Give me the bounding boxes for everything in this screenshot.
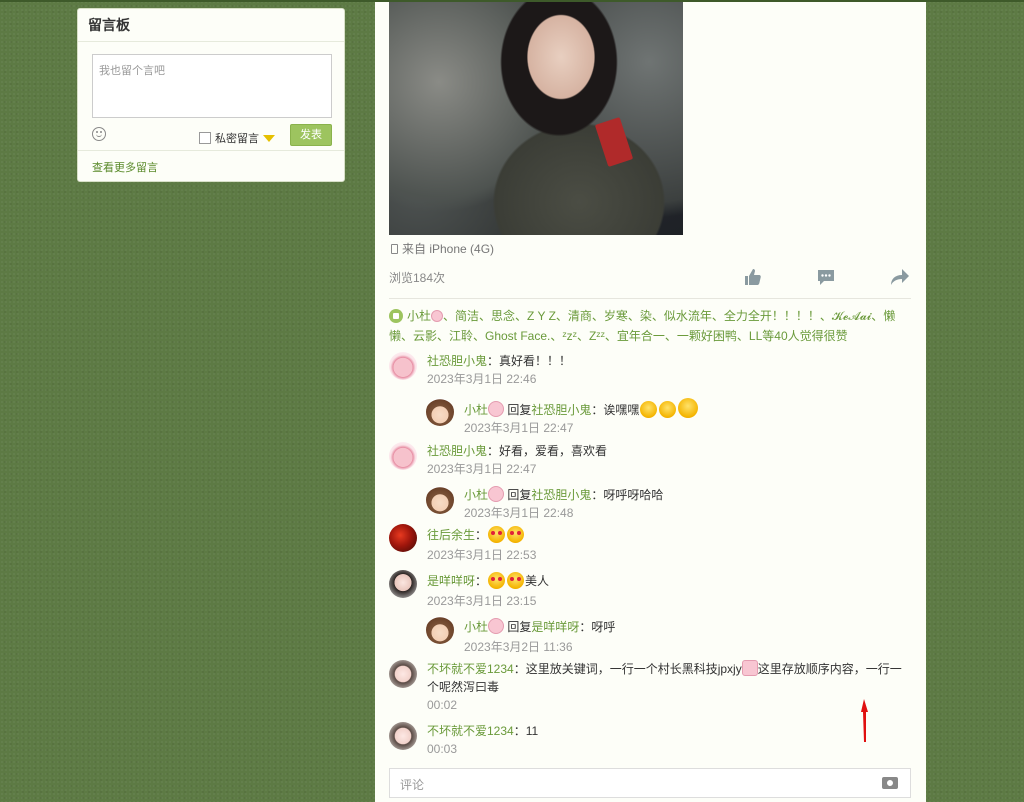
reply-text: ：诶嘿嘿 bbox=[591, 403, 640, 417]
reply-word: 回复 bbox=[507, 403, 532, 417]
comment-time: 2023年3月1日 22:46 bbox=[427, 372, 537, 386]
photo-shoulder-patch bbox=[594, 117, 634, 167]
more-messages-link[interactable]: 查看更多留言 bbox=[92, 159, 158, 175]
avatar[interactable] bbox=[389, 442, 417, 470]
comment-icon[interactable] bbox=[817, 268, 835, 286]
grin-emoji-icon bbox=[659, 401, 677, 418]
submit-button[interactable]: 发表 bbox=[290, 124, 332, 146]
heart-eyes-emoji-icon bbox=[507, 572, 525, 589]
avatar[interactable] bbox=[426, 616, 454, 644]
comment-author[interactable]: 往后余生 bbox=[427, 528, 475, 542]
reply-time: 2023年3月1日 22:47 bbox=[464, 421, 574, 435]
comment-author[interactable]: 不坏就不爱1234 bbox=[427, 724, 514, 738]
diamond-icon bbox=[263, 135, 275, 142]
pig-emoji-icon bbox=[488, 486, 505, 502]
avatar[interactable] bbox=[389, 524, 417, 552]
reply-time: 2023年3月1日 22:48 bbox=[464, 506, 574, 520]
like-icon[interactable] bbox=[744, 268, 762, 286]
likes-names-2[interactable]: ᶻzᶻ、Zᶻᶻ、宜年合一、一颗好困鸭 bbox=[562, 329, 737, 343]
private-message-option[interactable]: 私密留言 bbox=[199, 130, 275, 146]
reply-author[interactable]: 小杜 bbox=[464, 620, 488, 634]
comment-text-suffix: 美人 bbox=[525, 574, 550, 588]
phone-icon bbox=[391, 243, 398, 254]
comment-time: 00:03 bbox=[427, 742, 458, 756]
comment-time: 2023年3月1日 23:15 bbox=[427, 594, 537, 608]
comment-text: ：好看，爱看，喜欢看 bbox=[487, 444, 608, 458]
comment-author[interactable]: 社恐胆小鬼 bbox=[427, 354, 487, 368]
share-icon[interactable] bbox=[890, 268, 910, 286]
view-count: 浏览184次 bbox=[389, 271, 446, 285]
comment-text: ：这里放关键词，一行一个村长黑科技jpxjy bbox=[513, 662, 742, 676]
reply-target[interactable]: 社恐胆小鬼 bbox=[531, 488, 591, 502]
comment-time: 2023年3月1日 22:53 bbox=[427, 548, 537, 562]
divider bbox=[78, 150, 344, 151]
comment-time: 00:02 bbox=[427, 698, 458, 712]
comment-text: ：11 bbox=[513, 724, 539, 738]
pig-emoji-icon bbox=[741, 660, 758, 676]
avatar[interactable] bbox=[389, 352, 417, 380]
reply-text: ：呀呼 bbox=[579, 620, 616, 634]
avatar[interactable] bbox=[389, 722, 417, 750]
guestbook-title: 留言板 bbox=[78, 9, 344, 42]
likes-first-name[interactable]: 小杜 bbox=[407, 309, 431, 323]
reply-time: 2023年3月2日 11:36 bbox=[464, 640, 573, 654]
reply-word: 回复 bbox=[507, 488, 532, 502]
wink-emoji-icon bbox=[678, 398, 699, 418]
pig-emoji-icon bbox=[431, 310, 444, 322]
heart-eyes-emoji-icon bbox=[507, 526, 525, 543]
reply-target[interactable]: 社恐胆小鬼 bbox=[531, 403, 591, 417]
comment-text: ：真好看！！！ bbox=[487, 354, 572, 368]
separator bbox=[389, 298, 911, 299]
pig-emoji-icon bbox=[488, 618, 505, 634]
emoji-icon[interactable] bbox=[92, 127, 106, 141]
avatar[interactable] bbox=[426, 398, 454, 426]
post-photo[interactable] bbox=[389, 2, 683, 235]
private-checkbox[interactable] bbox=[199, 132, 211, 144]
post-source: 来自 iPhone (4G) bbox=[391, 240, 494, 257]
heart-eyes-emoji-icon bbox=[488, 526, 506, 543]
likes-tail[interactable]: 、LL等40人觉得很赞 bbox=[737, 329, 848, 343]
source-text: 来自 iPhone (4G) bbox=[402, 242, 495, 256]
reply-author[interactable]: 小杜 bbox=[464, 403, 488, 417]
avatar[interactable] bbox=[389, 570, 417, 598]
likes-list: 小杜 、简洁、思念、Z Y Z、清商、岁寒、染、似水流年、全力全开！！！！、𝓚𝓮𝓐… bbox=[389, 306, 913, 346]
camera-icon[interactable] bbox=[882, 777, 898, 789]
comment-text: ： bbox=[475, 574, 488, 588]
like-badge-icon bbox=[389, 309, 403, 323]
red-arrow-annotation bbox=[861, 699, 868, 742]
comment-author[interactable]: 是咩咩呀 bbox=[427, 574, 475, 588]
reply-author[interactable]: 小杜 bbox=[464, 488, 488, 502]
reply-text: ：呀呼呀哈哈 bbox=[591, 488, 664, 502]
private-label: 私密留言 bbox=[215, 133, 259, 145]
post-card: 来自 iPhone (4G) 浏览184次 小杜 、简洁、思念、Z Y Z、清商、… bbox=[375, 2, 926, 802]
avatar[interactable] bbox=[426, 486, 454, 514]
grin-emoji-icon bbox=[640, 401, 658, 418]
guestbook-panel: 留言板 我也留个言吧 私密留言 发表 查看更多留言 bbox=[77, 8, 345, 182]
comment-input[interactable]: 评论 bbox=[389, 768, 911, 798]
reply-word: 回复 bbox=[507, 620, 532, 634]
comment-author[interactable]: 不坏就不爱1234 bbox=[427, 662, 514, 676]
guestbook-textarea[interactable]: 我也留个言吧 bbox=[92, 54, 332, 118]
avatar[interactable] bbox=[389, 660, 417, 688]
reply-target[interactable]: 是咩咩呀 bbox=[531, 620, 579, 634]
heart-eyes-emoji-icon bbox=[488, 572, 506, 589]
comment-time: 2023年3月1日 22:47 bbox=[427, 462, 537, 476]
comment-text: ： bbox=[475, 528, 488, 542]
pig-emoji-icon bbox=[488, 401, 505, 417]
comment-author[interactable]: 社恐胆小鬼 bbox=[427, 444, 487, 458]
